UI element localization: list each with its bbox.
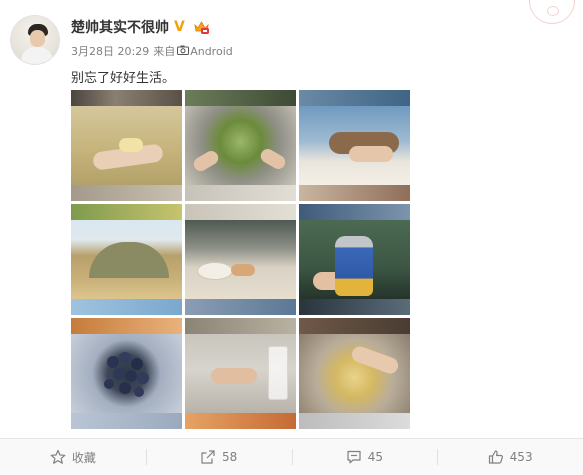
photo-strip [299, 90, 410, 106]
photo-thumbnail[interactable] [299, 204, 410, 315]
like-button[interactable]: 453 [437, 439, 583, 475]
photo-strip [185, 318, 296, 334]
photo-grid [71, 90, 410, 429]
photo-thumbnail[interactable] [185, 90, 296, 201]
photo-strip [185, 90, 296, 106]
photo-thumbnail[interactable] [71, 90, 182, 201]
photo-main [71, 220, 182, 299]
photo-thumbnail[interactable] [71, 318, 182, 429]
favorite-button[interactable]: 收藏 [0, 439, 146, 475]
photo-main [299, 220, 410, 299]
photo-thumbnail[interactable] [299, 90, 410, 201]
crown-svg [194, 21, 209, 34]
photo-strip [71, 185, 182, 201]
photo-main [71, 334, 182, 413]
avatar-face [30, 30, 45, 47]
photo-strip [71, 413, 182, 429]
photo-main [185, 220, 296, 299]
crown-icon[interactable] [193, 19, 210, 35]
comment-count: 45 [367, 450, 384, 464]
avatar[interactable] [10, 15, 60, 65]
photo-strip [71, 318, 182, 334]
blueberries-svg [104, 352, 149, 397]
hill-shape [89, 242, 169, 278]
cup-shape [268, 346, 288, 400]
avatar-body [21, 47, 53, 64]
post-meta: 3月28日 20:29 来自 Android [71, 43, 233, 59]
hand-shape [258, 146, 288, 172]
photo-thumbnail[interactable] [185, 318, 296, 429]
photo-strip [299, 299, 410, 315]
corner-stamp-icon [529, 0, 575, 24]
photo-strip [185, 204, 296, 220]
photo-strip [71, 299, 182, 315]
pastry-shape [119, 138, 143, 152]
user-line: 楚帅其实不很帅 V [71, 17, 210, 37]
can-shape [335, 236, 373, 296]
share-icon [200, 449, 216, 465]
action-bar: 收藏 58 45 453 [0, 439, 583, 475]
photo-main [185, 106, 296, 185]
camera-icon [177, 45, 190, 58]
photo-strip [185, 299, 296, 315]
source-link[interactable]: Android [190, 45, 233, 58]
post-text: 别忘了好好生活。 [71, 71, 176, 86]
comment-icon [346, 449, 362, 465]
photo-strip [299, 318, 410, 334]
photo-strip [299, 204, 410, 220]
repost-button[interactable]: 58 [145, 439, 292, 475]
favorite-label: 收藏 [71, 450, 96, 465]
photo-strip [71, 90, 182, 106]
photo-main [299, 334, 410, 413]
photo-strip [299, 185, 410, 201]
star-icon [50, 449, 66, 465]
like-count: 453 [509, 450, 533, 464]
photo-main [71, 106, 182, 185]
comment-button[interactable]: 45 [291, 439, 438, 475]
source-prefix: 来自 [153, 45, 176, 58]
face-shape [349, 146, 393, 162]
cat-shape [231, 264, 255, 276]
plate-shape [197, 262, 233, 280]
repost-count: 58 [221, 450, 238, 464]
photo-strip [299, 413, 410, 429]
photo-main [185, 334, 296, 413]
photo-thumbnail[interactable] [299, 318, 410, 429]
username-link[interactable]: 楚帅其实不很帅 [71, 17, 169, 37]
photo-thumbnail[interactable] [71, 204, 182, 315]
hand-shape [211, 368, 257, 384]
weibo-post-card: 楚帅其实不很帅 V 3月28日 20:29 来自 Android 别忘了好好生活… [0, 0, 583, 475]
thumbs-up-icon [488, 449, 504, 465]
photo-thumbnail[interactable] [185, 204, 296, 315]
hand-shape [349, 344, 401, 376]
photo-strip [71, 204, 182, 220]
photo-strip [185, 185, 296, 201]
hand-shape [191, 148, 221, 174]
post-date[interactable]: 3月28日 20:29 [71, 43, 149, 59]
photo-strip [185, 413, 296, 429]
verified-v-icon[interactable]: V [174, 20, 188, 34]
photo-main [299, 106, 410, 185]
